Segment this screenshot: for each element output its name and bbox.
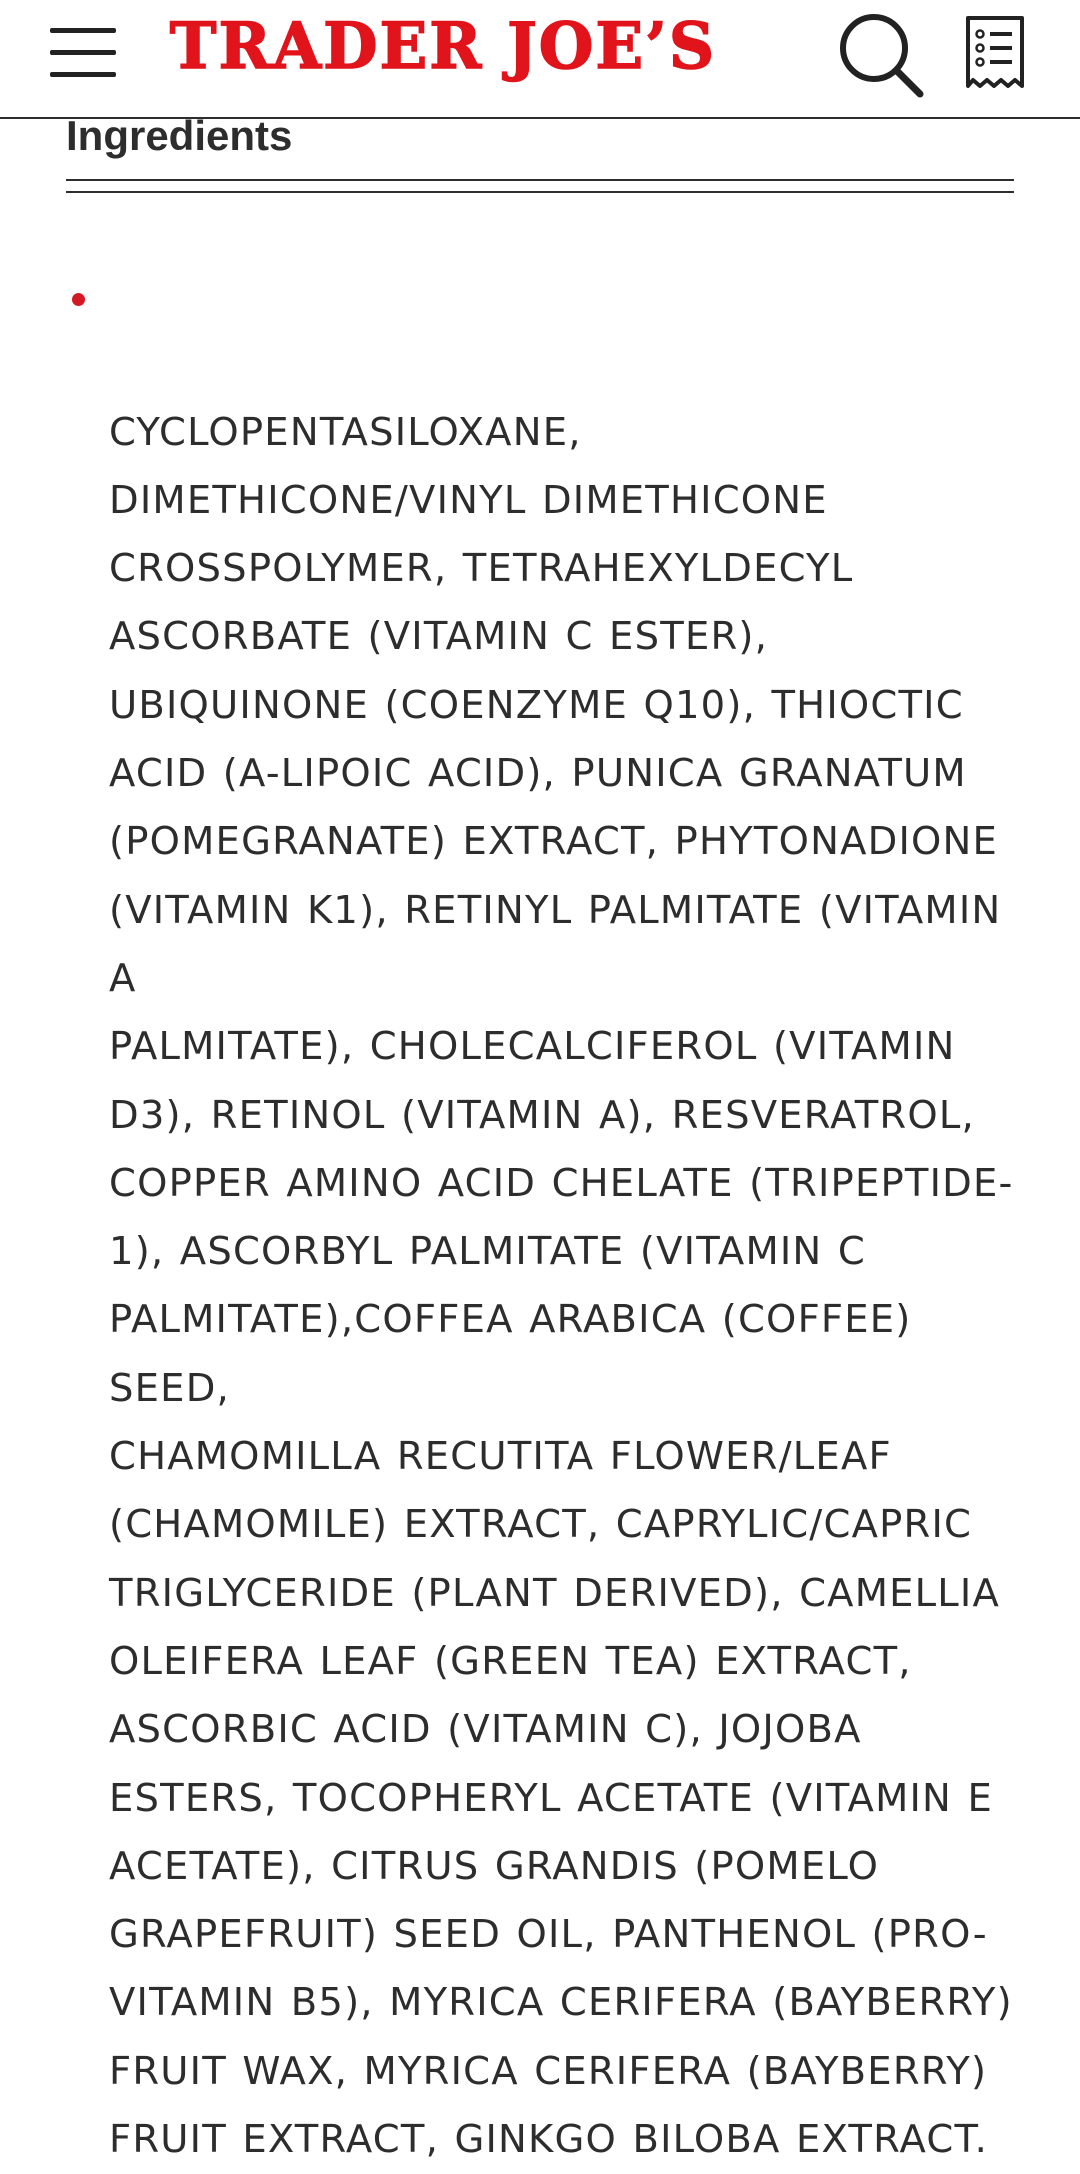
trader-joes-logo[interactable]: TRADER JOE’S — [169, 4, 718, 88]
hamburger-menu-icon — [50, 28, 116, 33]
menu-button[interactable] — [48, 22, 120, 82]
section-divider-top — [66, 179, 1014, 181]
shopping-list-icon — [966, 16, 1024, 88]
hamburger-menu-icon-bar — [50, 72, 116, 77]
search-icon — [840, 14, 924, 98]
site-header: TRADER JOE’S — [0, 0, 1080, 119]
section-title-ingredients: Ingredients — [66, 112, 293, 159]
hamburger-menu-icon-bar — [50, 50, 116, 55]
bullet-icon — [72, 293, 85, 306]
search-button[interactable] — [836, 8, 926, 98]
section-divider-bottom — [66, 191, 1014, 193]
ingredients-list: CYCLOPENTASILOXANE, DIMETHICONE/VINYL DI… — [66, 262, 1026, 2174]
shopping-list-button[interactable] — [960, 12, 1030, 92]
ingredients-text: CYCLOPENTASILOXANE, DIMETHICONE/VINYL DI… — [109, 409, 1014, 2163]
list-item: CYCLOPENTASILOXANE, DIMETHICONE/VINYL DI… — [66, 262, 1026, 2174]
